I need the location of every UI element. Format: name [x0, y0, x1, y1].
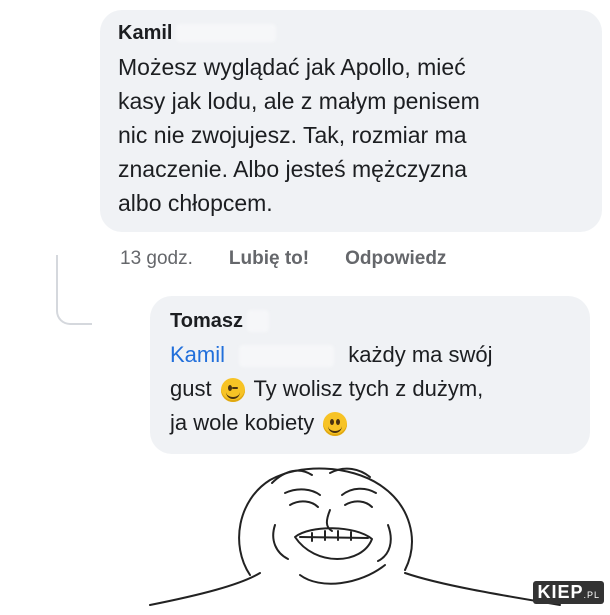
- comment-line: Możesz wyglądać jak Apollo, mieć: [118, 54, 466, 80]
- laughing-rage-face-icon: [149, 467, 561, 606]
- watermark-brand: KIEP: [537, 582, 584, 602]
- meme-illustration: KIEP.PL: [0, 455, 610, 610]
- watermark-suffix: .PL: [583, 590, 600, 600]
- redacted-surname: [176, 24, 277, 42]
- comment-line: kasy jak lodu, ale z małym penisem: [118, 88, 480, 114]
- comment-text: Możesz wyglądać jak Apollo, mieć kasy ja…: [118, 50, 582, 220]
- reply-text-segment: każdy ma swój: [348, 342, 493, 367]
- comment-author[interactable]: Kamil: [118, 20, 582, 46]
- comment-timestamp[interactable]: 13 godz.: [120, 248, 193, 270]
- reply-text: Kamil każdy ma swój gust Ty wolisz tych …: [170, 338, 572, 440]
- comment-line: znaczenie. Albo jesteś mężczyzna: [118, 156, 468, 182]
- reply-text-segment: Ty wolisz tych z dużym,: [253, 376, 484, 401]
- reply-bubble: Tomasz Kamil każdy ma swój gust Ty wolis…: [150, 296, 590, 454]
- thread-connector-line: [56, 255, 92, 325]
- reply-author-name[interactable]: Tomasz: [170, 308, 243, 334]
- comment-line: albo chłopcem.: [118, 190, 273, 216]
- redacted-mention-surname: [239, 345, 335, 368]
- reply-author[interactable]: Tomasz: [170, 308, 572, 334]
- reply-line: gust Ty wolisz tych z dużym,: [170, 372, 572, 406]
- reply-line: Kamil każdy ma swój: [170, 338, 572, 372]
- comment-bubble: Kamil Możesz wyglądać jak Apollo, mieć k…: [100, 10, 602, 232]
- reply-text-segment: gust: [170, 376, 212, 401]
- comment-meta-row: 13 godz. Lubię to! Odpowiedz: [120, 248, 482, 270]
- reply-line: ja wole kobiety: [170, 406, 572, 440]
- watermark-logo: KIEP.PL: [533, 581, 604, 604]
- reply-text-segment: ja wole kobiety: [170, 410, 315, 435]
- comment-line: nic nie zwojujesz. Tak, rozmiar ma: [118, 122, 467, 148]
- mention-link[interactable]: Kamil: [170, 342, 225, 367]
- comment-author-name[interactable]: Kamil: [118, 20, 172, 46]
- like-button[interactable]: Lubię to!: [229, 248, 309, 270]
- redacted-surname: [246, 310, 269, 332]
- winking-face-icon: [220, 378, 245, 403]
- reply-button[interactable]: Odpowiedz: [345, 248, 446, 270]
- smiling-face-icon: [323, 412, 348, 437]
